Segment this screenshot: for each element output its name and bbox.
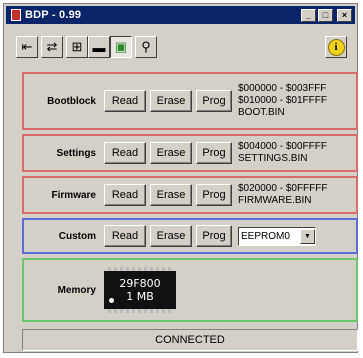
custom-target-select[interactable]: EEPROM0 ▼: [238, 226, 316, 246]
network-icon: ⊞: [71, 39, 83, 54]
bootblock-read-button[interactable]: Read: [104, 90, 146, 112]
settings-group: Settings Read Erase Prog $004000 - $00FF…: [22, 134, 358, 172]
chip-size: 1 MB: [126, 290, 154, 303]
bootblock-group: Bootblock Read Erase Prog $000000 - $003…: [22, 72, 358, 130]
close-button[interactable]: ×: [337, 8, 352, 22]
app-icon: [11, 9, 21, 21]
bootblock-range-2: $010000 - $01FFFF: [238, 95, 327, 106]
open-file-icon: ⇄: [46, 39, 58, 54]
bootblock-prog-button[interactable]: Prog: [196, 90, 232, 112]
bootblock-info: $000000 - $003FFF $010000 - $01FFFF BOOT…: [238, 83, 327, 119]
exit-tool-button[interactable]: ⇤: [16, 36, 38, 58]
settings-read-button[interactable]: Read: [104, 142, 146, 164]
chip-model: 29F800: [119, 277, 161, 290]
exit-door-icon: ⇤: [21, 39, 33, 54]
connection-status: CONNECTED: [155, 334, 225, 346]
custom-read-button[interactable]: Read: [104, 225, 146, 247]
status-bar: CONNECTED: [22, 329, 358, 351]
bootblock-label: Bootblock: [47, 95, 96, 107]
firmware-erase-button[interactable]: Erase: [150, 184, 192, 206]
memory-chip-icon: 29F800 1 MB: [104, 267, 176, 313]
settings-info: $004000 - $00FFFF SETTINGS.BIN: [238, 141, 327, 165]
toolbar: ⇤ ⇄ ⊞ ▬ ▣ ⚲ i: [16, 34, 347, 60]
title-bar[interactable]: BDP - 0.99 _ □ ×: [6, 6, 355, 24]
chip-icon: ▬: [92, 39, 106, 55]
firmware-info: $020000 - $0FFFFF FIRMWARE.BIN: [238, 183, 327, 207]
memory-label: Memory: [57, 284, 96, 296]
firmware-read-button[interactable]: Read: [104, 184, 146, 206]
bootblock-range-1: $000000 - $003FFF: [238, 83, 327, 94]
settings-label: Settings: [56, 147, 96, 159]
zoom-tool-button[interactable]: ⚲: [135, 36, 157, 58]
memory-tool-button[interactable]: ▣: [110, 36, 132, 58]
firmware-prog-button[interactable]: Prog: [196, 184, 232, 206]
firmware-label: Firmware: [51, 189, 96, 201]
settings-prog-button[interactable]: Prog: [196, 142, 232, 164]
bootblock-file: BOOT.BIN: [238, 107, 285, 118]
chip-tool-button[interactable]: ▬: [88, 36, 110, 58]
custom-erase-button[interactable]: Erase: [150, 225, 192, 247]
custom-group: Custom Read Erase Prog EEPROM0 ▼: [22, 218, 358, 254]
chip-pin1-dot: [109, 298, 114, 303]
info-icon: i: [327, 38, 345, 56]
custom-prog-button[interactable]: Prog: [196, 225, 232, 247]
custom-target-value: EEPROM0: [241, 230, 290, 242]
app-window: BDP - 0.99 _ □ × ⇤ ⇄ ⊞ ▬ ▣ ⚲ i Bootblock…: [3, 3, 358, 353]
chevron-down-icon[interactable]: ▼: [300, 228, 315, 244]
memory-group: Memory 29F800 1 MB: [22, 258, 358, 322]
info-tool-button[interactable]: i: [325, 36, 347, 58]
zoom-icon: ⚲: [141, 39, 151, 54]
minimize-button[interactable]: _: [301, 8, 316, 22]
bootblock-erase-button[interactable]: Erase: [150, 90, 192, 112]
maximize-button[interactable]: □: [318, 8, 333, 22]
open-tool-button[interactable]: ⇄: [41, 36, 63, 58]
custom-label: Custom: [58, 230, 96, 242]
firmware-group: Firmware Read Erase Prog $020000 - $0FFF…: [22, 176, 358, 214]
firmware-range: $020000 - $0FFFFF: [238, 183, 328, 194]
window-title: BDP - 0.99: [25, 9, 82, 21]
network-tool-button[interactable]: ⊞: [66, 36, 88, 58]
settings-file: SETTINGS.BIN: [238, 153, 308, 164]
firmware-file: FIRMWARE.BIN: [238, 195, 312, 206]
memory-board-icon: ▣: [114, 39, 128, 54]
settings-range: $004000 - $00FFFF: [238, 141, 327, 152]
settings-erase-button[interactable]: Erase: [150, 142, 192, 164]
